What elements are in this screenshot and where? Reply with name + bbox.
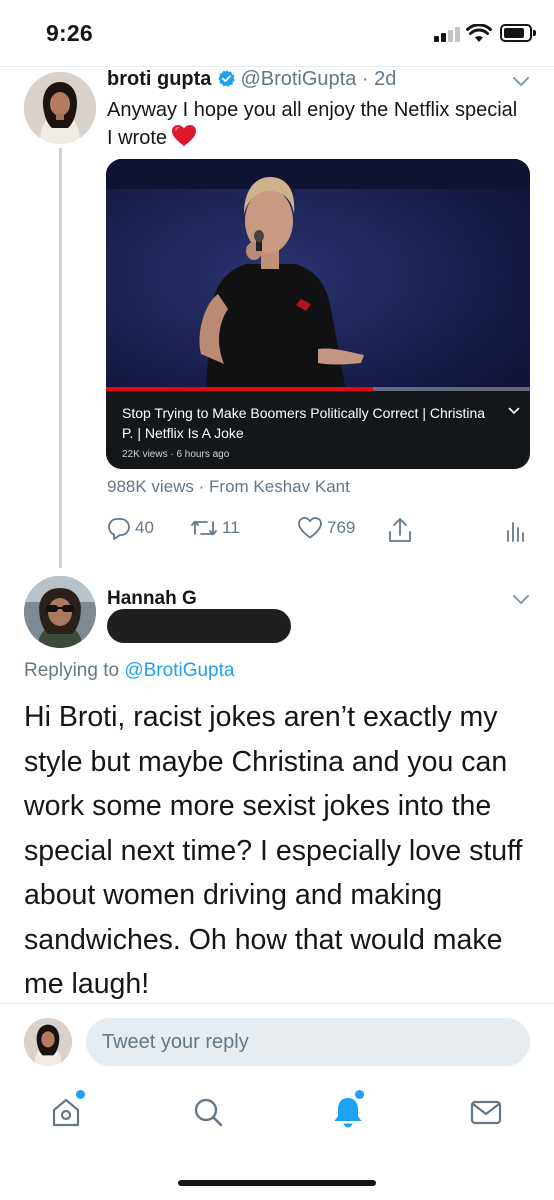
- author-name[interactable]: broti gupta: [107, 68, 211, 90]
- tweet-text-content: Anyway I hope you all enjoy the Netflix …: [107, 99, 518, 149]
- replying-to-handle[interactable]: @BrotiGupta: [124, 660, 234, 681]
- chevron-down-icon[interactable]: [508, 407, 520, 415]
- heart-icon: [298, 517, 322, 539]
- chevron-down-icon[interactable]: [512, 76, 530, 88]
- tab-notifications[interactable]: [330, 1094, 366, 1130]
- reply-input[interactable]: [86, 1018, 530, 1066]
- home-icon: [52, 1098, 80, 1127]
- reply-button[interactable]: 40: [107, 516, 154, 540]
- video-title[interactable]: Stop Trying to Make Boomers Politically …: [122, 403, 492, 443]
- verified-badge-icon: [218, 70, 236, 87]
- status-bar: 9:26: [0, 0, 554, 66]
- author-handle[interactable]: @BrotiGupta: [240, 68, 356, 90]
- analytics-icon: [507, 522, 524, 542]
- like-button[interactable]: 769: [297, 516, 355, 540]
- reply-author-avatar[interactable]: [24, 576, 96, 648]
- replying-to: Replying to @BrotiGupta: [24, 660, 234, 682]
- search-icon: [194, 1098, 223, 1127]
- reply-text: Hi Broti, racist jokes aren’t exactly my…: [24, 701, 523, 1000]
- current-user-avatar[interactable]: [24, 1018, 72, 1066]
- redacted-handle: [107, 609, 291, 643]
- video-info: Stop Trying to Make Boomers Politically …: [106, 391, 530, 469]
- notifications-dot: [355, 1090, 364, 1099]
- tweet-header: broti gupta @BrotiGupta · 2d: [107, 68, 396, 91]
- replying-to-label: Replying to: [24, 660, 120, 681]
- thread-line: [59, 148, 62, 568]
- messages-icon: [470, 1100, 502, 1125]
- status-time: 9:26: [46, 20, 93, 46]
- view-stats: 988K views · From Keshav Kant: [107, 477, 350, 496]
- separator: ·: [361, 68, 369, 90]
- notifications-icon: [334, 1098, 362, 1128]
- reply-author-name[interactable]: Hannah G: [107, 588, 197, 610]
- heart-emoji-icon: [172, 125, 197, 146]
- retweet-button[interactable]: 11: [190, 516, 240, 540]
- retweet-count: 11: [222, 518, 240, 537]
- tweet-text: Anyway I hope you all enjoy the Netflix …: [107, 97, 527, 152]
- share-icon: [389, 518, 411, 542]
- tab-home[interactable]: [48, 1094, 84, 1130]
- home-notification-dot: [76, 1090, 85, 1099]
- tweet-actions: 40 11 769: [107, 516, 531, 546]
- share-button[interactable]: [387, 516, 413, 544]
- video-card[interactable]: Stop Trying to Make Boomers Politically …: [106, 159, 530, 469]
- battery-icon: [500, 24, 536, 42]
- analytics-button[interactable]: [505, 516, 525, 542]
- tab-messages[interactable]: [468, 1094, 504, 1130]
- wifi-icon: [466, 24, 492, 42]
- like-count: 769: [327, 518, 356, 537]
- cellular-signal-icon: [434, 26, 464, 42]
- reply-count: 40: [135, 518, 154, 537]
- chevron-down-icon[interactable]: [512, 594, 530, 606]
- home-indicator: [178, 1180, 376, 1186]
- video-thumbnail[interactable]: [106, 159, 530, 391]
- author-avatar[interactable]: [24, 72, 96, 144]
- tweet-timestamp: 2d: [374, 68, 397, 90]
- video-meta: 22K views · 6 hours ago: [122, 449, 230, 460]
- divider: [0, 66, 554, 67]
- divider: [0, 1003, 554, 1004]
- retweet-icon: [191, 520, 217, 536]
- tab-search[interactable]: [190, 1094, 226, 1130]
- reply-icon: [108, 518, 130, 540]
